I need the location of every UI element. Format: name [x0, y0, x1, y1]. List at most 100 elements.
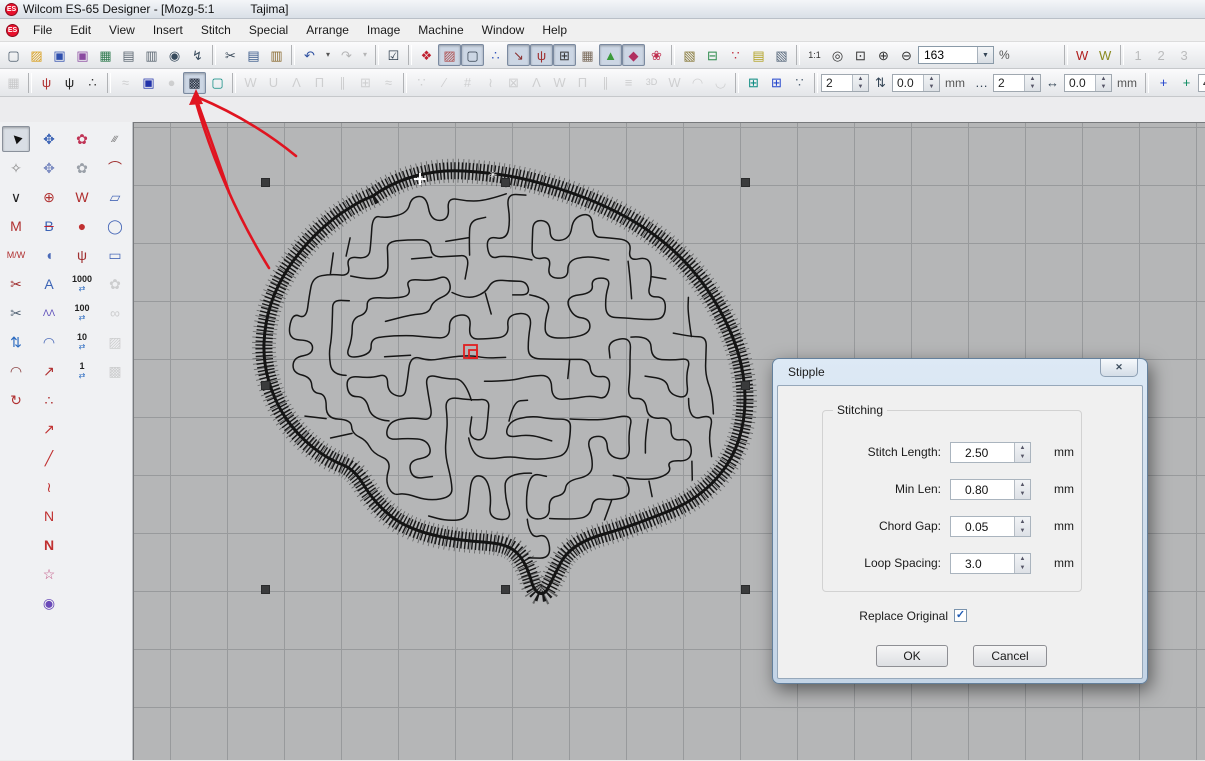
stitch-peak-icon[interactable]: Λ: [525, 72, 548, 94]
entry-point-marker[interactable]: [464, 345, 477, 358]
send-to-machine-icon[interactable]: ◉: [163, 44, 186, 66]
stitch-zigzag-icon[interactable]: Λ: [285, 72, 308, 94]
outline-offset-icon[interactable]: ▣: [137, 72, 160, 94]
tool-stipple-preview[interactable]: ▩: [101, 358, 129, 384]
redo-list-icon[interactable]: ▾: [358, 44, 372, 66]
tool-penetration-tool[interactable]: ψ: [68, 242, 96, 268]
copy-icon[interactable]: ▤: [242, 44, 265, 66]
document-menu-icon[interactable]: ES: [6, 24, 19, 37]
selection-handle[interactable]: [261, 585, 270, 594]
selection-handle[interactable]: [501, 585, 510, 594]
tool-stitch-angle[interactable]: ↗: [35, 358, 63, 384]
tool-scale-100[interactable]: 100⇄: [68, 300, 96, 326]
menu-file[interactable]: File: [24, 20, 61, 40]
print-icon[interactable]: ▤: [117, 44, 140, 66]
open-design-icon[interactable]: ▨: [25, 44, 48, 66]
outline-vector-icon[interactable]: ▢: [206, 72, 229, 94]
selection-handle[interactable]: [261, 178, 270, 187]
selection-handle[interactable]: [261, 381, 270, 390]
tool-select[interactable]: ►: [2, 126, 30, 152]
backdrop-view-icon[interactable]: ▲: [599, 44, 622, 66]
tool-rotate-oval[interactable]: ↻: [2, 387, 30, 413]
zoom-out-icon[interactable]: ⊖: [895, 44, 918, 66]
export-worksheet-icon[interactable]: W: [1071, 44, 1094, 66]
chord-gap-spinner[interactable]: ▲▼: [1014, 517, 1030, 536]
center-cross-b-icon[interactable]: +: [1175, 72, 1198, 94]
tool-rectangle-tool[interactable]: ▭: [101, 242, 129, 268]
replace-original-checkbox[interactable]: ✓: [954, 609, 967, 622]
tool-fan-stamp[interactable]: ◠: [2, 358, 30, 384]
cut-icon[interactable]: ✂: [219, 44, 242, 66]
bitmap-artwork-view-icon[interactable]: ◆: [622, 44, 645, 66]
spacing-dots-icon-icon[interactable]: …: [970, 72, 993, 94]
zoom-1-1-icon[interactable]: 1:1: [803, 44, 826, 66]
menu-window[interactable]: Window: [473, 20, 534, 40]
stitch-fence-icon[interactable]: #: [456, 72, 479, 94]
tool-stitch-types[interactable]: M/W: [2, 242, 30, 268]
menu-help[interactable]: Help: [533, 20, 576, 40]
prepare-image-icon[interactable]: ▧: [678, 44, 701, 66]
spinner-arrows[interactable]: ▲▼: [852, 75, 868, 91]
hatch-view-icon[interactable]: ▨: [438, 44, 461, 66]
menu-edit[interactable]: Edit: [61, 20, 100, 40]
stitch-rows-icon[interactable]: ≡: [617, 72, 640, 94]
tool-run-zigzag[interactable]: M: [2, 213, 30, 239]
tool-cut-needle[interactable]: ✂: [2, 300, 30, 326]
pointer-measure-icon[interactable]: ↘: [507, 44, 530, 66]
tool-flower-edit[interactable]: ✿: [68, 155, 96, 181]
stitch-length-input[interactable]: 2.50▲▼: [950, 442, 1031, 463]
vector-artwork-view-icon[interactable]: ❀: [645, 44, 668, 66]
tool-node-edit[interactable]: ∨: [2, 184, 30, 210]
spinner-arrows[interactable]: ▲▼: [1095, 75, 1111, 91]
stipple-run-icon[interactable]: ▩: [183, 72, 206, 94]
chord-gap-input[interactable]: 0.05▲▼: [950, 516, 1031, 537]
tool-parallel-lines[interactable]: ∕∕∕: [101, 126, 129, 152]
zoom-previous-icon[interactable]: ◎: [826, 44, 849, 66]
tool-scale-1[interactable]: 1⇄: [68, 358, 96, 384]
min-len-input[interactable]: 0.80▲▼: [950, 479, 1031, 500]
design-properties-icon[interactable]: ☑: [382, 44, 405, 66]
stitch-feather-icon[interactable]: W: [663, 72, 686, 94]
fill-holes-icon[interactable]: ●: [160, 72, 183, 94]
tool-arc-input[interactable]: ⌒: [101, 155, 129, 181]
overlap-a-icon[interactable]: ⊞: [742, 72, 765, 94]
tool-flower-disabled[interactable]: ✿: [101, 271, 129, 297]
tool-bead-stitch[interactable]: ∴: [35, 387, 63, 413]
menu-special[interactable]: Special: [240, 20, 297, 40]
width-icon-icon[interactable]: ↔: [1041, 72, 1064, 94]
tool-reshape-fill[interactable]: ✥: [35, 155, 63, 181]
selection-handle[interactable]: [501, 178, 510, 187]
menu-arrange[interactable]: Arrange: [297, 20, 358, 40]
stitch-spiral-icon[interactable]: ◡: [709, 72, 732, 94]
stitch-curve-icon[interactable]: ≀: [479, 72, 502, 94]
tool-slant-run[interactable]: ╱: [35, 445, 63, 471]
stitch-parallel-icon[interactable]: ∥: [331, 72, 354, 94]
stitch-length-value-spinner[interactable]: 0.0▲▼: [892, 74, 940, 92]
penetrations-view-icon[interactable]: ψ: [530, 44, 553, 66]
selection-handle[interactable]: [741, 585, 750, 594]
stitch-dot-icon[interactable]: ∵: [410, 72, 433, 94]
dialog-close-button[interactable]: ✕: [1100, 359, 1138, 377]
tool-binoculars[interactable]: ∞: [101, 300, 129, 326]
dialog-title-bar[interactable]: Stipple ✕: [773, 359, 1147, 385]
tool-n-outline[interactable]: N: [35, 503, 63, 529]
hoop-view-icon[interactable]: ▦: [576, 44, 599, 66]
tool-zigzag-input[interactable]: W: [68, 184, 96, 210]
stitch-select-points-icon[interactable]: ∴: [81, 72, 104, 94]
image-settings-icon[interactable]: ▧: [770, 44, 793, 66]
hoop-position-1-icon[interactable]: 1: [1127, 44, 1150, 66]
tool-photo-flash[interactable]: ▨: [101, 329, 129, 355]
page-number-spinner[interactable]: 4▲▼: [1198, 74, 1205, 92]
ok-button[interactable]: OK: [876, 645, 948, 667]
stitch-wave-icon[interactable]: ≈: [377, 72, 400, 94]
thread-chart-icon[interactable]: ▤: [747, 44, 770, 66]
tool-fusion-fill[interactable]: ▱: [101, 184, 129, 210]
tool-star-stamp[interactable]: ☆: [35, 561, 63, 587]
stitch-rail-icon[interactable]: Π: [308, 72, 331, 94]
undo-list-icon[interactable]: ▾: [321, 44, 335, 66]
tool-remove-stitches[interactable]: ✂: [2, 271, 30, 297]
tool-radial-fill[interactable]: ◉: [35, 590, 63, 616]
save-design-as-icon[interactable]: ▣: [71, 44, 94, 66]
underlay-count-spinner[interactable]: 2▲▼: [821, 74, 869, 92]
center-cross-a-icon[interactable]: +: [1152, 72, 1175, 94]
